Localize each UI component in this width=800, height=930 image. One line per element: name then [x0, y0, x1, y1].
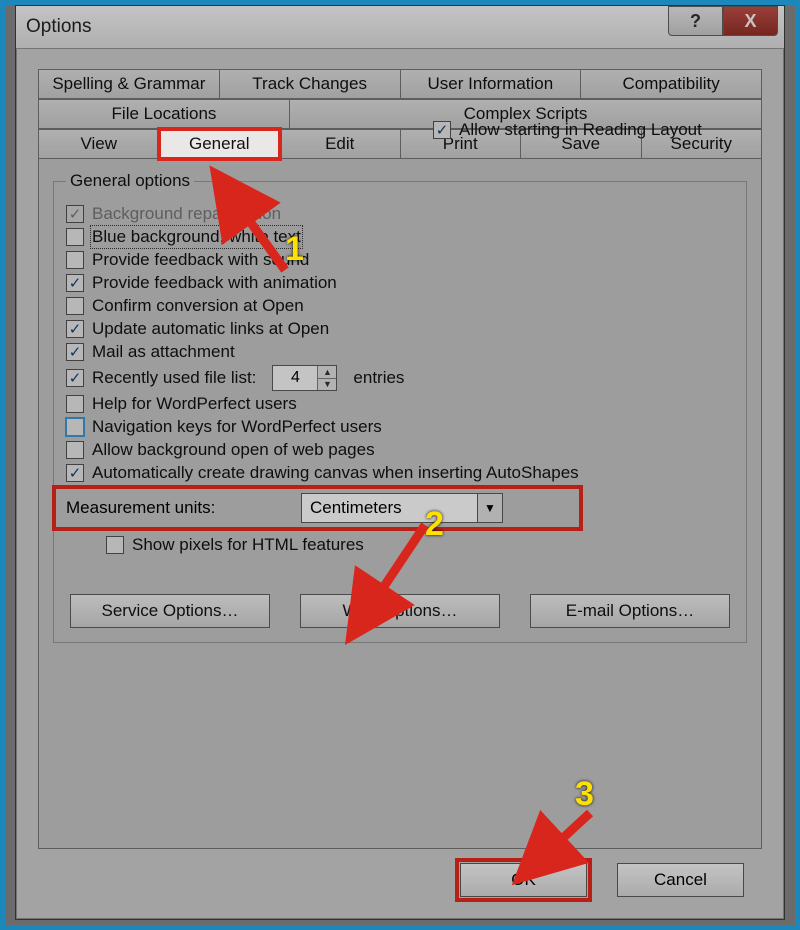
opt-help-wordperfect[interactable]: Help for WordPerfect users [66, 394, 579, 414]
general-options-group: General options ✓ Background repaginatio… [53, 171, 747, 643]
opt-label: Automatically create drawing canvas when… [92, 463, 579, 483]
opt-label: Blue background, white text [92, 227, 301, 247]
checkbox-icon: ✓ [66, 369, 84, 387]
opt-label: Show pixels for HTML features [132, 535, 364, 555]
service-options-button[interactable]: Service Options… [70, 594, 270, 628]
measurement-units-dropdown[interactable]: Centimeters ▼ [301, 493, 503, 523]
opt-auto-drawing-canvas[interactable]: ✓ Automatically create drawing canvas wh… [66, 463, 579, 483]
tab-user-information[interactable]: User Information [400, 69, 582, 99]
web-options-button[interactable]: Web Options… [300, 594, 500, 628]
spinner-up-icon[interactable]: ▲ [318, 366, 336, 378]
opt-feedback-sound[interactable]: Provide feedback with sound [66, 250, 579, 270]
opt-label: Recently used file list: [92, 368, 256, 388]
measurement-label: Measurement units: [60, 498, 301, 518]
opt-label: Help for WordPerfect users [92, 394, 297, 414]
group-legend: General options [66, 171, 194, 191]
tab-general[interactable]: General [159, 129, 281, 159]
opt-label: Allow starting in Reading Layout [459, 120, 702, 140]
spinner-suffix: entries [353, 368, 404, 388]
recent-files-input[interactable] [273, 366, 317, 390]
tab-compatibility[interactable]: Compatibility [580, 69, 762, 99]
opt-nav-keys-wordperfect[interactable]: Navigation keys for WordPerfect users [66, 417, 579, 437]
opt-mail-attachment[interactable]: ✓ Mail as attachment [66, 342, 579, 362]
opt-recently-used[interactable]: ✓ Recently used file list: ▲ ▼ [66, 365, 579, 391]
checkbox-icon [66, 418, 84, 436]
help-button[interactable]: ? [668, 6, 723, 36]
dropdown-value: Centimeters [302, 494, 477, 522]
checkbox-icon [66, 395, 84, 413]
titlebar: Options ? X [16, 6, 784, 49]
measurement-units-row: Measurement units: Centimeters ▼ [56, 489, 579, 527]
opt-label: Navigation keys for WordPerfect users [92, 417, 382, 437]
checkbox-icon: ✓ [66, 274, 84, 292]
tab-edit[interactable]: Edit [279, 129, 401, 159]
opt-update-links[interactable]: ✓ Update automatic links at Open [66, 319, 579, 339]
tab-track-changes[interactable]: Track Changes [219, 69, 401, 99]
opt-label: Provide feedback with animation [92, 273, 337, 293]
checkbox-icon [106, 536, 124, 554]
tab-file-locations[interactable]: File Locations [38, 99, 290, 129]
opt-label: Allow background open of web pages [92, 440, 375, 460]
opt-label: Confirm conversion at Open [92, 296, 304, 316]
tab-page-general: General options ✓ Background repaginatio… [38, 159, 762, 849]
options-dialog: Options ? X Spelling & Grammar Track Cha… [15, 5, 785, 920]
checkbox-icon: ✓ [66, 320, 84, 338]
opt-show-pixels-html[interactable]: Show pixels for HTML features [106, 535, 579, 555]
checkbox-icon: ✓ [66, 205, 84, 223]
checkbox-icon [66, 297, 84, 315]
email-options-button[interactable]: E-mail Options… [530, 594, 730, 628]
checkbox-icon [66, 251, 84, 269]
tab-strip: Spelling & Grammar Track Changes User In… [38, 69, 762, 849]
opt-label: Update automatic links at Open [92, 319, 329, 339]
opt-label: Provide feedback with sound [92, 250, 309, 270]
tab-spelling-grammar[interactable]: Spelling & Grammar [38, 69, 220, 99]
checkbox-icon [66, 441, 84, 459]
checkbox-icon: ✓ [66, 343, 84, 361]
opt-background-repagination[interactable]: ✓ Background repagination [66, 204, 579, 224]
opt-label: Mail as attachment [92, 342, 235, 362]
cancel-button[interactable]: Cancel [617, 863, 744, 897]
opt-blue-background[interactable]: Blue background, white text [66, 227, 579, 247]
checkbox-icon [66, 228, 84, 246]
recent-files-spinner[interactable]: ▲ ▼ [272, 365, 337, 391]
checkbox-icon: ✓ [66, 464, 84, 482]
tab-view[interactable]: View [38, 129, 160, 159]
chevron-down-icon[interactable]: ▼ [477, 494, 502, 522]
window-title: Options [16, 16, 91, 38]
opt-allow-reading-layout[interactable]: ✓ Allow starting in Reading Layout [433, 120, 702, 140]
opt-confirm-conversion[interactable]: Confirm conversion at Open [66, 296, 579, 316]
ok-button[interactable]: OK [460, 863, 587, 897]
opt-label: Background repagination [92, 204, 281, 224]
spinner-down-icon[interactable]: ▼ [318, 378, 336, 391]
opt-feedback-animation[interactable]: ✓ Provide feedback with animation [66, 273, 579, 293]
close-button[interactable]: X [723, 6, 778, 36]
checkbox-icon: ✓ [433, 121, 451, 139]
opt-background-open-web[interactable]: Allow background open of web pages [66, 440, 579, 460]
